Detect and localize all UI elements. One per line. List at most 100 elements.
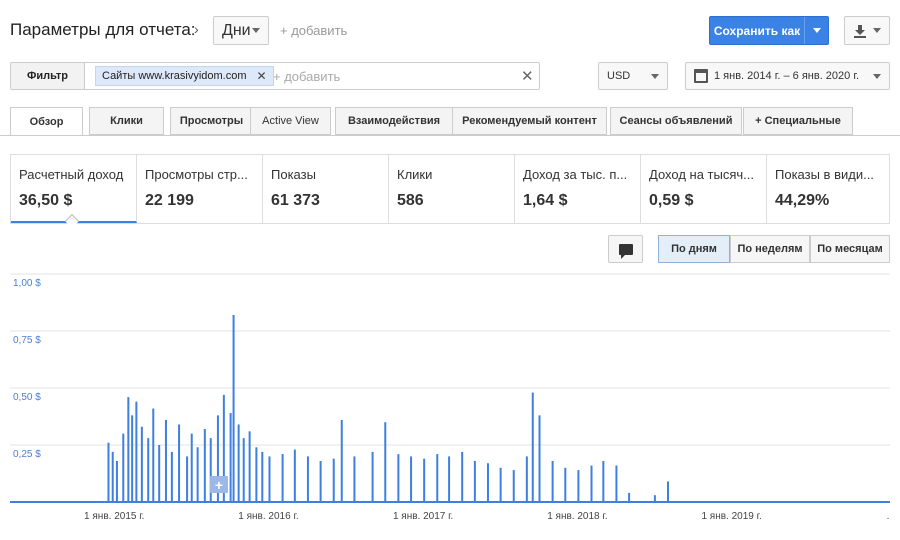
x-tick-label: .: [887, 511, 890, 522]
metric-card-pageviews[interactable]: Просмотры стр... 22 199: [137, 155, 263, 223]
dimension-dropdown[interactable]: Дни: [213, 16, 269, 45]
revenue-bar: [170, 451, 173, 502]
metric-name: Доход за тыс. п...: [523, 167, 628, 182]
granularity-daily-button[interactable]: По дням: [658, 235, 730, 263]
revenue-bar: [473, 460, 476, 502]
dimension-value: Дни: [222, 21, 251, 39]
metric-name: Расчетный доход: [19, 167, 124, 182]
breadcrumb-separator: ›: [194, 21, 199, 37]
granularity-toggle: По дням По неделям По месяцам: [658, 235, 890, 263]
save-options-toggle[interactable]: [804, 17, 828, 44]
y-tick-label: 0,50 $: [13, 392, 41, 403]
revenue-bar: [436, 454, 439, 502]
chevron-down-icon: [252, 28, 260, 33]
tab-overview[interactable]: Обзор: [10, 107, 83, 136]
revenue-bar: [196, 447, 199, 502]
revenue-bar: [525, 456, 528, 502]
add-annotation-icon[interactable]: +: [210, 476, 228, 493]
revenue-bar: [164, 419, 167, 502]
revenue-bar: [111, 451, 114, 502]
revenue-bar: [232, 315, 235, 502]
revenue-bar: [107, 442, 110, 502]
revenue-bar: [448, 456, 451, 502]
revenue-bar: [332, 458, 335, 502]
revenue-bar: [397, 454, 400, 502]
revenue-bar: [628, 492, 631, 502]
revenue-bar: [147, 438, 150, 502]
save-as-label: Сохранить как: [713, 23, 801, 38]
report-tabs: Обзор Клики Просмотры Active View Взаимо…: [10, 107, 890, 136]
currency-value: USD: [607, 70, 631, 82]
granularity-monthly-button[interactable]: По месяцам: [810, 235, 890, 263]
chevron-down-icon: [873, 28, 881, 33]
tab-active-view[interactable]: Active View: [250, 107, 331, 135]
y-tick-label: 0,75 $: [13, 335, 41, 346]
close-icon[interactable]: ✕: [257, 69, 267, 83]
download-icon: [854, 24, 866, 38]
revenue-bar: [499, 467, 502, 502]
revenue-bar: [178, 424, 181, 502]
tab-ad-sessions[interactable]: Сеансы объявлений: [610, 107, 742, 135]
filter-add-input[interactable]: + добавить: [273, 69, 340, 84]
revenue-bar: [152, 408, 155, 502]
revenue-bar: [512, 470, 515, 502]
metric-card-clicks[interactable]: Клики 586: [389, 155, 515, 223]
metric-card-impressions[interactable]: Показы 61 373: [263, 155, 389, 223]
metric-value: 0,59 $: [649, 192, 694, 209]
revenue-chart[interactable]: 1,00 $ 0,75 $ 0,50 $ 0,25 $ 1 янв. 2015 г. 1 …: [0, 268, 900, 528]
chevron-down-icon: [651, 73, 659, 79]
x-tick-label: 1 янв. 2017 г.: [393, 511, 453, 522]
add-dimension-link[interactable]: + добавить: [280, 23, 347, 38]
save-as-button[interactable]: Сохранить как: [709, 16, 829, 45]
filter-button[interactable]: Фильтр: [11, 63, 85, 89]
y-tick-label: 1,00 $: [13, 278, 41, 289]
revenue-bar: [268, 456, 271, 502]
x-tick-label: 1 янв. 2018 г.: [547, 511, 607, 522]
revenue-bar: [261, 451, 264, 502]
metric-card-revenue[interactable]: Расчетный доход 36,50 $: [11, 155, 137, 223]
x-tick-label: 1 янв. 2015 г.: [84, 511, 144, 522]
metric-name: Показы: [271, 167, 316, 182]
tab-interactions[interactable]: Взаимодействия: [335, 107, 453, 135]
revenue-bar: [461, 451, 464, 502]
revenue-bar: [353, 456, 356, 502]
download-dropdown[interactable]: [844, 16, 890, 45]
tab-custom[interactable]: + Специальные: [743, 107, 853, 135]
granularity-weekly-button[interactable]: По неделям: [730, 235, 810, 263]
revenue-bar: [248, 431, 251, 502]
metric-value: 22 199: [145, 192, 194, 209]
revenue-bar: [135, 401, 138, 502]
revenue-bar: [131, 415, 134, 502]
date-range-picker[interactable]: 1 янв. 2014 г. – 6 янв. 2020 г.: [685, 62, 890, 90]
revenue-bar: [384, 422, 387, 502]
revenue-bar: [237, 424, 240, 502]
tab-pageviews[interactable]: Просмотры: [170, 107, 253, 135]
metric-name: Показы в види...: [775, 167, 874, 182]
revenue-bar: [255, 447, 258, 502]
revenue-bar: [615, 465, 618, 502]
revenue-bar: [577, 470, 580, 502]
revenue-bar: [140, 426, 143, 502]
revenue-bar: [293, 449, 296, 502]
revenue-bar: [115, 460, 118, 502]
clear-filter-icon[interactable]: ✕: [521, 67, 534, 85]
revenue-bar: [158, 445, 161, 502]
filter-chip-site[interactable]: Сайты www.krasivyidom.com ✕: [95, 66, 274, 86]
metric-value: 61 373: [271, 192, 320, 209]
revenue-bar: [242, 438, 245, 502]
metric-card-page-rpm[interactable]: Доход за тыс. п... 1,64 $: [515, 155, 641, 223]
tab-recommended-content[interactable]: Рекомендуемый контент: [452, 107, 607, 135]
revenue-bar: [602, 460, 605, 502]
report-params-title: Параметры для отчета:: [10, 20, 196, 39]
x-tick-label: 1 янв. 2019 г.: [701, 511, 761, 522]
revenue-bar: [666, 481, 669, 502]
annotations-button[interactable]: [608, 235, 643, 263]
tab-clicks[interactable]: Клики: [89, 107, 164, 135]
revenue-bar: [186, 456, 189, 502]
metric-card-impression-rpm[interactable]: Доход на тысяч... 0,59 $: [641, 155, 767, 223]
metric-card-viewability[interactable]: Показы в види... 44,29%: [767, 155, 889, 223]
revenue-bar: [122, 433, 125, 502]
currency-dropdown[interactable]: USD: [598, 62, 668, 90]
chevron-down-icon: [873, 73, 881, 79]
revenue-bar: [423, 458, 426, 502]
